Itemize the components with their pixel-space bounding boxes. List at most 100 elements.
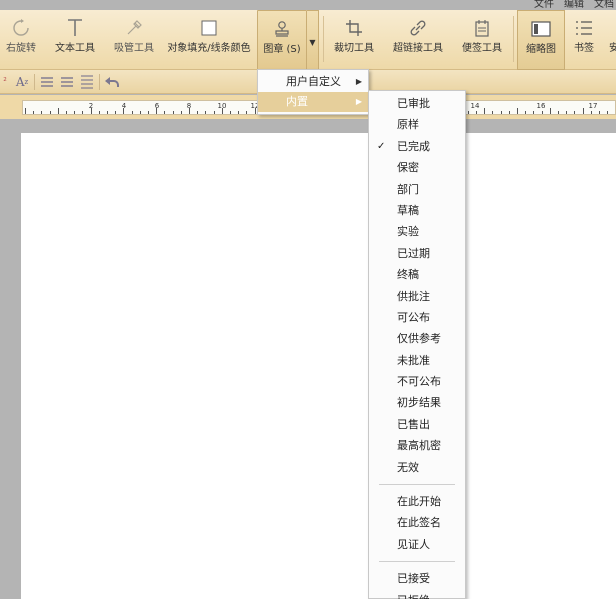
ruler-tick (107, 111, 108, 114)
builtin-stamp-item[interactable]: 在此开始 (369, 491, 465, 512)
ruler-tick (82, 111, 84, 114)
document-page[interactable] (21, 133, 616, 599)
fill-square-icon (198, 17, 220, 39)
builtin-stamp-item[interactable]: 保密 (369, 157, 465, 178)
superscript-icon[interactable]: ² (0, 73, 10, 91)
ruler-tick (590, 111, 592, 114)
builtin-stamp-item[interactable]: 供批注 (369, 286, 465, 307)
overflow-icon (603, 17, 616, 39)
stamp-dropdown-arrow[interactable]: ▼ (307, 10, 319, 70)
ruler-tick (197, 111, 199, 114)
ruler-tick (476, 111, 477, 114)
builtin-stamp-item-label: 保密 (397, 161, 419, 175)
builtin-stamp-item-label: 已完成 (397, 139, 430, 153)
builtin-stamp-item-label: 最高机密 (397, 439, 441, 453)
ruler-tick (566, 111, 568, 114)
builtin-stamp-item[interactable]: 已拒绝 (369, 590, 465, 599)
builtin-stamp-item[interactable]: 见证人 (369, 534, 465, 555)
sticky-note-label: 便签工具 (462, 43, 502, 54)
submenu-arrow-icon: ▶ (355, 97, 362, 106)
sticky-note-tool-button[interactable]: 便签工具 (455, 10, 509, 70)
builtin-stamp-item-label: 已过期 (397, 246, 430, 260)
ruler-tick (66, 111, 67, 114)
ruler-tick (484, 108, 486, 114)
builtin-stamp-item[interactable]: 终稿 (369, 264, 465, 285)
ruler-tick (172, 111, 174, 114)
menu-file[interactable]: 文件 (534, 0, 554, 10)
builtin-stamp-item[interactable]: 最高机密 (369, 435, 465, 456)
builtin-stamp-item[interactable]: 仅供参考 (369, 328, 465, 349)
stamp-menu-item-label: 内置 (286, 95, 308, 108)
ruler-tick (574, 111, 576, 114)
ruler-number: 8 (186, 102, 192, 110)
builtin-stamp-item[interactable]: 未批准 (369, 350, 465, 371)
ruler-number: 4 (121, 102, 127, 110)
builtin-stamp-item[interactable]: 实验 (369, 221, 465, 242)
builtin-stamp-item[interactable]: 可公布 (369, 307, 465, 328)
ruler-tick (41, 111, 43, 114)
builtin-stamp-item[interactable]: ✓ 已完成 (369, 136, 465, 157)
builtin-stamp-item[interactable]: 在此签名 (369, 512, 465, 533)
builtin-stamp-item[interactable]: 草稿 (369, 200, 465, 221)
ruler-tick (599, 111, 600, 114)
thumbnail-panel-icon (530, 18, 552, 40)
builtin-stamp-item[interactable]: 原样 (369, 114, 465, 135)
builtin-stamp-item[interactable]: 无效 (369, 457, 465, 478)
bookmark-list-icon (573, 17, 595, 39)
stamp-menu-item[interactable]: 用户自定义 ▶ (258, 72, 368, 92)
builtin-stamp-item-label: 实验 (397, 225, 419, 239)
eyedropper-tool-button[interactable]: 吸管工具 (106, 10, 162, 70)
bookmark-button[interactable]: 书签 (566, 10, 602, 70)
text-tool-label: 文本工具 (55, 43, 95, 54)
align-center-icon[interactable] (59, 73, 75, 91)
ruler-tick (607, 111, 609, 114)
text-tool-button[interactable]: 文本工具 (48, 10, 102, 70)
builtin-stamp-item[interactable]: 初步结果 (369, 392, 465, 413)
stamp-label: 图章 (S) (263, 44, 301, 55)
ruler-tick (549, 108, 551, 114)
ruler-tick (246, 111, 248, 114)
undo-icon[interactable] (104, 73, 120, 91)
align-left-icon[interactable] (39, 73, 55, 91)
ruler-tick (500, 111, 502, 114)
builtin-stamp-item[interactable]: 不可公布 (369, 371, 465, 392)
menu-document[interactable]: 文档 (594, 0, 614, 10)
align-justify-icon[interactable] (79, 73, 95, 91)
document-workspace[interactable] (0, 119, 616, 599)
builtin-stamp-item[interactable]: 已售出 (369, 414, 465, 435)
crop-tool-button[interactable]: 裁切工具 (326, 10, 382, 70)
rotate-right-button[interactable]: 右旋转 (0, 10, 42, 70)
object-fill-button[interactable]: 对象填充/线条颜色 (166, 10, 252, 70)
format-divider (34, 73, 35, 90)
ruler-tick (57, 108, 59, 114)
builtin-stamp-item[interactable]: 已过期 (369, 243, 465, 264)
ruler-number: 14 (470, 102, 480, 110)
ruler-tick (238, 111, 240, 114)
eyedropper-icon (123, 17, 145, 39)
security-button[interactable]: 安 (604, 10, 616, 70)
toolbar-divider (323, 16, 324, 62)
builtin-stamp-item[interactable]: 部门 (369, 179, 465, 200)
thumbnail-label: 缩略图 (526, 44, 556, 55)
ruler-tick (205, 111, 207, 114)
ruler-tick (492, 111, 494, 114)
link-icon (407, 17, 429, 39)
thumbnail-button[interactable]: 缩略图 (517, 10, 565, 70)
ruler-tick (115, 111, 117, 114)
builtin-stamp-item-label: 无效 (397, 460, 419, 474)
builtin-stamp-item-label: 见证人 (397, 537, 430, 551)
format-divider (99, 73, 100, 90)
submenu-arrow-icon: ▶ (355, 77, 362, 86)
ruler-number: 2 (88, 102, 94, 110)
stamp-icon (271, 18, 293, 40)
stamp-button[interactable]: 图章 (S) (257, 10, 307, 70)
builtin-stamp-item[interactable]: 已审批 (369, 93, 465, 114)
menu-edit[interactable]: 编辑 (564, 0, 584, 10)
font-size-icon[interactable]: Az (14, 73, 30, 91)
stamp-menu-item[interactable]: 内置 ▶ (258, 92, 368, 112)
builtin-stamp-item[interactable]: 已接受 (369, 568, 465, 589)
ruler-tick (98, 111, 100, 114)
stamp-menu: 用户自定义 ▶ 内置 ▶ (257, 69, 369, 115)
hyperlink-tool-button[interactable]: 超链接工具 (386, 10, 450, 70)
hyperlink-label: 超链接工具 (393, 43, 443, 54)
